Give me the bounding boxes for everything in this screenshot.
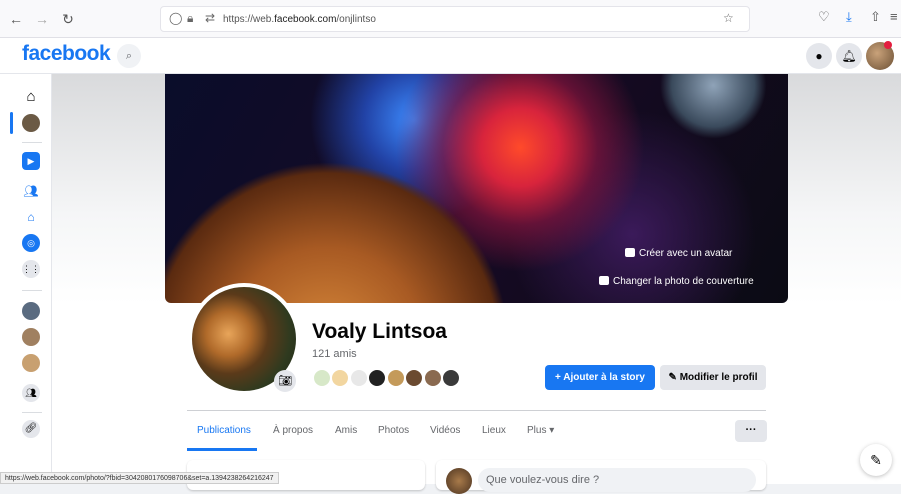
address-bar[interactable]: ◯ 🔒︎ ⇄ https://web.facebook.com/onjlints… xyxy=(160,6,750,32)
browser-toolbar: ← → ↻ ◯ 🔒︎ ⇄ https://web.facebook.com/on… xyxy=(0,0,901,38)
rail-divider xyxy=(22,142,42,143)
group-shortcut-3[interactable] xyxy=(22,354,40,372)
tab-places[interactable]: Lieux xyxy=(482,425,506,436)
notification-dot xyxy=(884,41,892,49)
composer-input[interactable]: Que voulez-vous dire ? xyxy=(478,468,756,492)
friend-avatar[interactable] xyxy=(422,368,443,388)
messenger-icon[interactable]: ● xyxy=(806,43,832,69)
group-shortcut-1[interactable] xyxy=(22,302,40,320)
add-to-story-button[interactable]: + Ajouter à la story xyxy=(545,365,655,390)
friend-avatar[interactable] xyxy=(348,368,369,388)
friend-avatar[interactable] xyxy=(385,368,406,388)
camera-icon xyxy=(599,276,609,285)
all-shortcuts-icon[interactable]: ⋮⋮ xyxy=(22,260,40,278)
active-tab-underline xyxy=(187,448,257,451)
reload-icon[interactable]: ↻ xyxy=(58,9,78,29)
group-shortcut-2[interactable] xyxy=(22,328,40,346)
download-icon[interactable]: ⤓ xyxy=(846,9,852,25)
facebook-logo[interactable]: facebook xyxy=(22,42,111,66)
status-bar-url: https://web.facebook.com/photo/?fbid=304… xyxy=(0,472,279,484)
active-indicator xyxy=(10,112,13,134)
url-text[interactable]: https://web.facebook.com/onjlintso xyxy=(223,14,376,25)
menu-icon[interactable]: ≡ xyxy=(890,9,898,24)
tab-friends[interactable]: Amis xyxy=(335,425,357,436)
back-icon[interactable]: ← xyxy=(6,9,26,29)
tabs-divider xyxy=(187,410,766,411)
forward-icon[interactable]: → xyxy=(32,9,52,29)
friend-avatars xyxy=(312,368,462,388)
groups-icon[interactable]: 👥︎ xyxy=(22,384,40,402)
notifications-bell-icon[interactable]: 🔔︎ xyxy=(836,43,862,69)
pocket-icon[interactable]: ♡ xyxy=(818,9,830,25)
profile-name: Voaly Lintsoa xyxy=(312,320,447,343)
friends-count[interactable]: 121 amis xyxy=(312,348,357,360)
create-avatar-button[interactable]: Créer avec un avatar xyxy=(625,248,732,259)
lock-icon[interactable]: 🔒︎ xyxy=(187,11,193,26)
friend-avatar[interactable] xyxy=(404,368,425,388)
marketplace-icon[interactable]: ⌂ xyxy=(22,208,40,226)
friend-avatar[interactable] xyxy=(330,368,351,388)
cover-photo[interactable]: Créer avec un avatar Changer la photo de… xyxy=(165,74,788,303)
avatar-icon xyxy=(625,248,635,257)
friend-avatar[interactable] xyxy=(441,368,462,388)
friend-avatar[interactable] xyxy=(312,368,332,388)
friends-icon[interactable]: 👥︎ xyxy=(22,182,40,200)
profile-shortcut-avatar[interactable] xyxy=(22,114,40,132)
tab-more[interactable]: Plus ▾ xyxy=(527,425,554,436)
rail-divider xyxy=(22,290,42,291)
change-cover-button[interactable]: Changer la photo de couverture xyxy=(599,276,754,287)
watch-icon[interactable]: ▶ xyxy=(22,152,40,170)
tab-publications[interactable]: Publications xyxy=(197,425,251,436)
new-message-icon[interactable]: ✎ xyxy=(860,444,892,476)
tab-about[interactable]: À propos xyxy=(273,425,313,436)
share-icon[interactable]: ⇧ xyxy=(870,9,881,25)
search-icon[interactable]: ⌕ xyxy=(117,44,141,68)
facebook-header: facebook ⌕ ● 🔔︎ xyxy=(0,38,901,74)
camera-icon[interactable]: 📷︎ xyxy=(274,370,296,392)
link-icon[interactable]: 🔗︎ xyxy=(22,420,40,438)
bookmark-star-icon[interactable]: ☆ xyxy=(723,11,734,25)
permissions-icon[interactable]: ⇄ xyxy=(205,11,215,25)
composer-avatar[interactable] xyxy=(446,468,472,494)
tab-videos[interactable]: Vidéos xyxy=(430,425,460,436)
tab-photos[interactable]: Photos xyxy=(378,425,409,436)
gaming-icon[interactable]: ◎ xyxy=(22,234,40,252)
shield-icon[interactable]: ◯ xyxy=(169,11,182,25)
rail-divider xyxy=(22,412,42,413)
friend-avatar[interactable] xyxy=(367,368,388,388)
home-icon[interactable]: ⌂ xyxy=(22,88,40,106)
more-options-button[interactable]: ··· xyxy=(735,420,767,442)
edit-profile-button[interactable]: ✎ Modifier le profil xyxy=(660,365,766,390)
